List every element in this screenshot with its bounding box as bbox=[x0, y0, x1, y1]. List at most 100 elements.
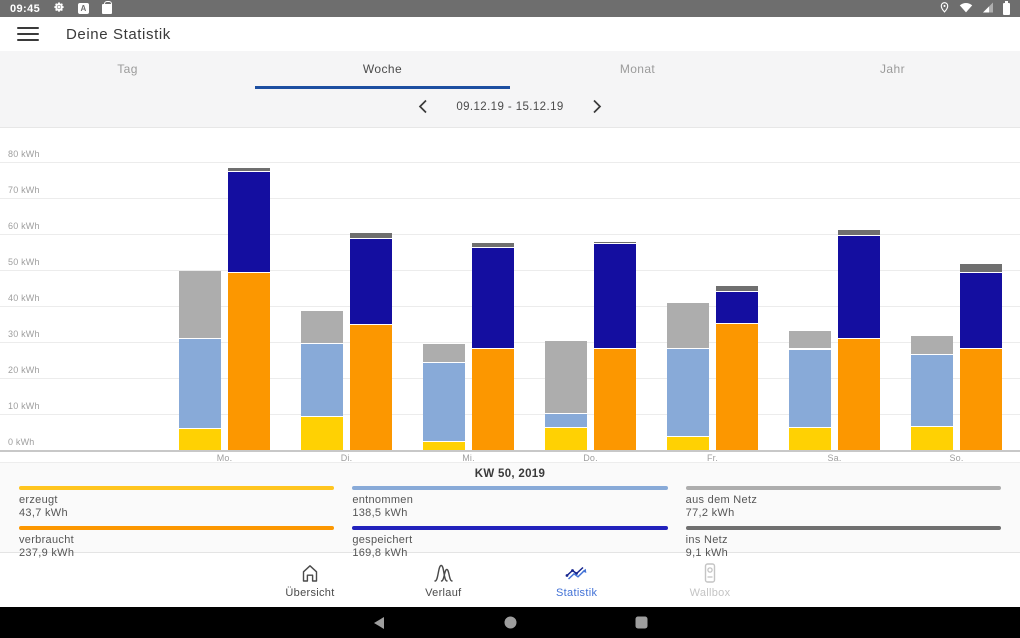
x-axis-tick-label: So. bbox=[949, 453, 964, 463]
x-axis-tick-label: Do. bbox=[583, 453, 598, 463]
weekly-energy-chart: 0 kWh 10 kWh 20 kWh 30 kWh 40 kWh 50 kWh 60 kW… bbox=[0, 128, 1020, 463]
consumption-mix-bar-fr[interactable] bbox=[667, 128, 709, 450]
date-range-label: 09.12.19 - 15.12.19 bbox=[456, 100, 564, 113]
status-clock: 09:45 bbox=[10, 2, 41, 15]
tab-label: Tag bbox=[117, 62, 138, 76]
home-icon bbox=[298, 561, 322, 585]
segment-gespeichert bbox=[472, 247, 514, 349]
android-status-bar: 09:45 A bbox=[0, 0, 1020, 17]
production-use-bar-mo[interactable] bbox=[228, 128, 270, 450]
segment-gespeichert bbox=[838, 236, 880, 339]
segment-aus-dem-netz bbox=[545, 340, 587, 413]
period-selector-section: Tag Woche Monat Jahr 09.12.19 - 15.12.19 bbox=[0, 51, 1020, 128]
x-axis-line bbox=[0, 450, 1020, 452]
consumption-mix-bar-sa[interactable] bbox=[789, 128, 831, 450]
active-tab-underline bbox=[255, 86, 510, 89]
segment-ins-netz bbox=[716, 286, 758, 291]
legend-label: erzeugt bbox=[19, 494, 58, 506]
nav-item-label: Wallbox bbox=[689, 587, 731, 599]
production-use-bar-mi[interactable] bbox=[472, 128, 514, 450]
segment-gespeichert bbox=[594, 244, 636, 349]
segment-entnommen bbox=[789, 349, 831, 427]
nav-item-label: Statistik bbox=[556, 587, 598, 599]
next-week-button[interactable] bbox=[588, 97, 606, 116]
wifi-icon bbox=[959, 2, 973, 16]
segment-aus-dem-netz bbox=[667, 303, 709, 348]
android-back-button[interactable] bbox=[372, 616, 386, 630]
legend-entry-aus-dem-netz: aus dem Netz 77,2 kWh bbox=[685, 486, 1001, 519]
segment-ins-netz bbox=[350, 232, 392, 239]
nav-item-uebersicht[interactable]: Übersicht bbox=[245, 553, 375, 607]
production-use-bar-so[interactable] bbox=[960, 128, 1002, 450]
consumption-mix-bar-mo[interactable] bbox=[179, 128, 221, 450]
tab-monat[interactable]: Monat bbox=[510, 51, 765, 87]
legend-color-line bbox=[685, 486, 1001, 490]
x-axis-tick-label: Di. bbox=[340, 453, 353, 463]
y-axis-tick-label: 0 kWh bbox=[8, 437, 35, 447]
segment-erzeugt bbox=[179, 429, 221, 450]
y-axis-tick-label: 20 kWh bbox=[8, 365, 40, 375]
legend-label: ins Netz bbox=[685, 534, 728, 546]
segment-aus-dem-netz bbox=[179, 271, 221, 339]
android-home-button[interactable] bbox=[504, 616, 517, 629]
legend-entry-erzeugt: erzeugt 43,7 kWh bbox=[19, 486, 335, 519]
consumption-mix-bar-di[interactable] bbox=[301, 128, 343, 450]
legend-entry-entnommen: entnommen 138,5 kWh bbox=[352, 486, 668, 519]
consumption-mix-bar-do[interactable] bbox=[545, 128, 587, 450]
wallbox-icon bbox=[698, 561, 722, 585]
segment-verbraucht bbox=[960, 348, 1002, 450]
segment-entnommen bbox=[545, 413, 587, 427]
legend-color-line bbox=[19, 486, 335, 490]
segment-erzeugt bbox=[789, 427, 831, 450]
cell-signal-icon bbox=[982, 2, 994, 16]
nav-item-statistik[interactable]: Statistik bbox=[512, 553, 642, 607]
notification-bag-icon bbox=[102, 1, 113, 14]
segment-entnommen bbox=[423, 363, 465, 441]
segment-erzeugt bbox=[423, 441, 465, 450]
menu-icon[interactable] bbox=[17, 27, 39, 41]
tab-jahr[interactable]: Jahr bbox=[765, 51, 1020, 87]
production-use-bar-fr[interactable] bbox=[716, 128, 758, 450]
legend-grid: erzeugt 43,7 kWh entnommen 138,5 kWh aus dem… bbox=[19, 486, 1001, 559]
x-axis-tick-label: Mo. bbox=[216, 453, 233, 463]
android-recents-button[interactable] bbox=[635, 616, 648, 629]
notification-a-icon: A bbox=[78, 3, 90, 14]
segment-verbraucht bbox=[838, 339, 880, 450]
nav-item-wallbox[interactable]: Wallbox bbox=[645, 553, 775, 607]
legend-color-line bbox=[19, 526, 335, 530]
tab-tag[interactable]: Tag bbox=[0, 51, 255, 87]
segment-erzeugt bbox=[911, 426, 953, 450]
production-use-bar-do[interactable] bbox=[594, 128, 636, 450]
y-axis-tick-label: 40 kWh bbox=[8, 293, 40, 303]
y-axis-tick-label: 30 kWh bbox=[8, 329, 40, 339]
location-pin-icon bbox=[939, 1, 950, 17]
segment-entnommen bbox=[179, 339, 221, 429]
production-use-bar-sa[interactable] bbox=[838, 128, 880, 450]
battery-icon bbox=[1003, 0, 1010, 15]
production-use-bar-di[interactable] bbox=[350, 128, 392, 450]
status-bar-right bbox=[939, 0, 1010, 17]
segment-entnommen bbox=[301, 343, 343, 417]
consumption-mix-bar-so[interactable] bbox=[911, 128, 953, 450]
tab-label: Jahr bbox=[880, 62, 905, 76]
segment-aus-dem-netz bbox=[423, 344, 465, 363]
segment-aus-dem-netz bbox=[301, 310, 343, 343]
y-axis-tick-label: 50 kWh bbox=[8, 257, 40, 267]
app-screen: 09:45 A Deine Statistik Tag Woche Monat Jah bbox=[0, 0, 1020, 638]
previous-week-button[interactable] bbox=[414, 97, 432, 116]
segment-verbraucht bbox=[716, 323, 758, 450]
nav-item-verlauf[interactable]: Verlauf bbox=[378, 553, 508, 607]
segment-verbraucht bbox=[472, 349, 514, 450]
android-navigation-bar bbox=[0, 607, 1020, 638]
tab-woche[interactable]: Woche bbox=[255, 51, 510, 89]
week-navigator: 09.12.19 - 15.12.19 bbox=[0, 97, 1020, 116]
bottom-navigation: Übersicht Verlauf Statistik Wallbox bbox=[0, 552, 1020, 607]
tab-label: Monat bbox=[619, 62, 656, 76]
segment-verbraucht bbox=[228, 273, 270, 450]
segment-aus-dem-netz bbox=[911, 336, 953, 355]
legend-color-line bbox=[685, 526, 1001, 530]
segment-verbraucht bbox=[594, 349, 636, 450]
consumption-mix-bar-mi[interactable] bbox=[423, 128, 465, 450]
segment-ins-netz bbox=[228, 168, 270, 171]
segment-entnommen bbox=[667, 348, 709, 436]
